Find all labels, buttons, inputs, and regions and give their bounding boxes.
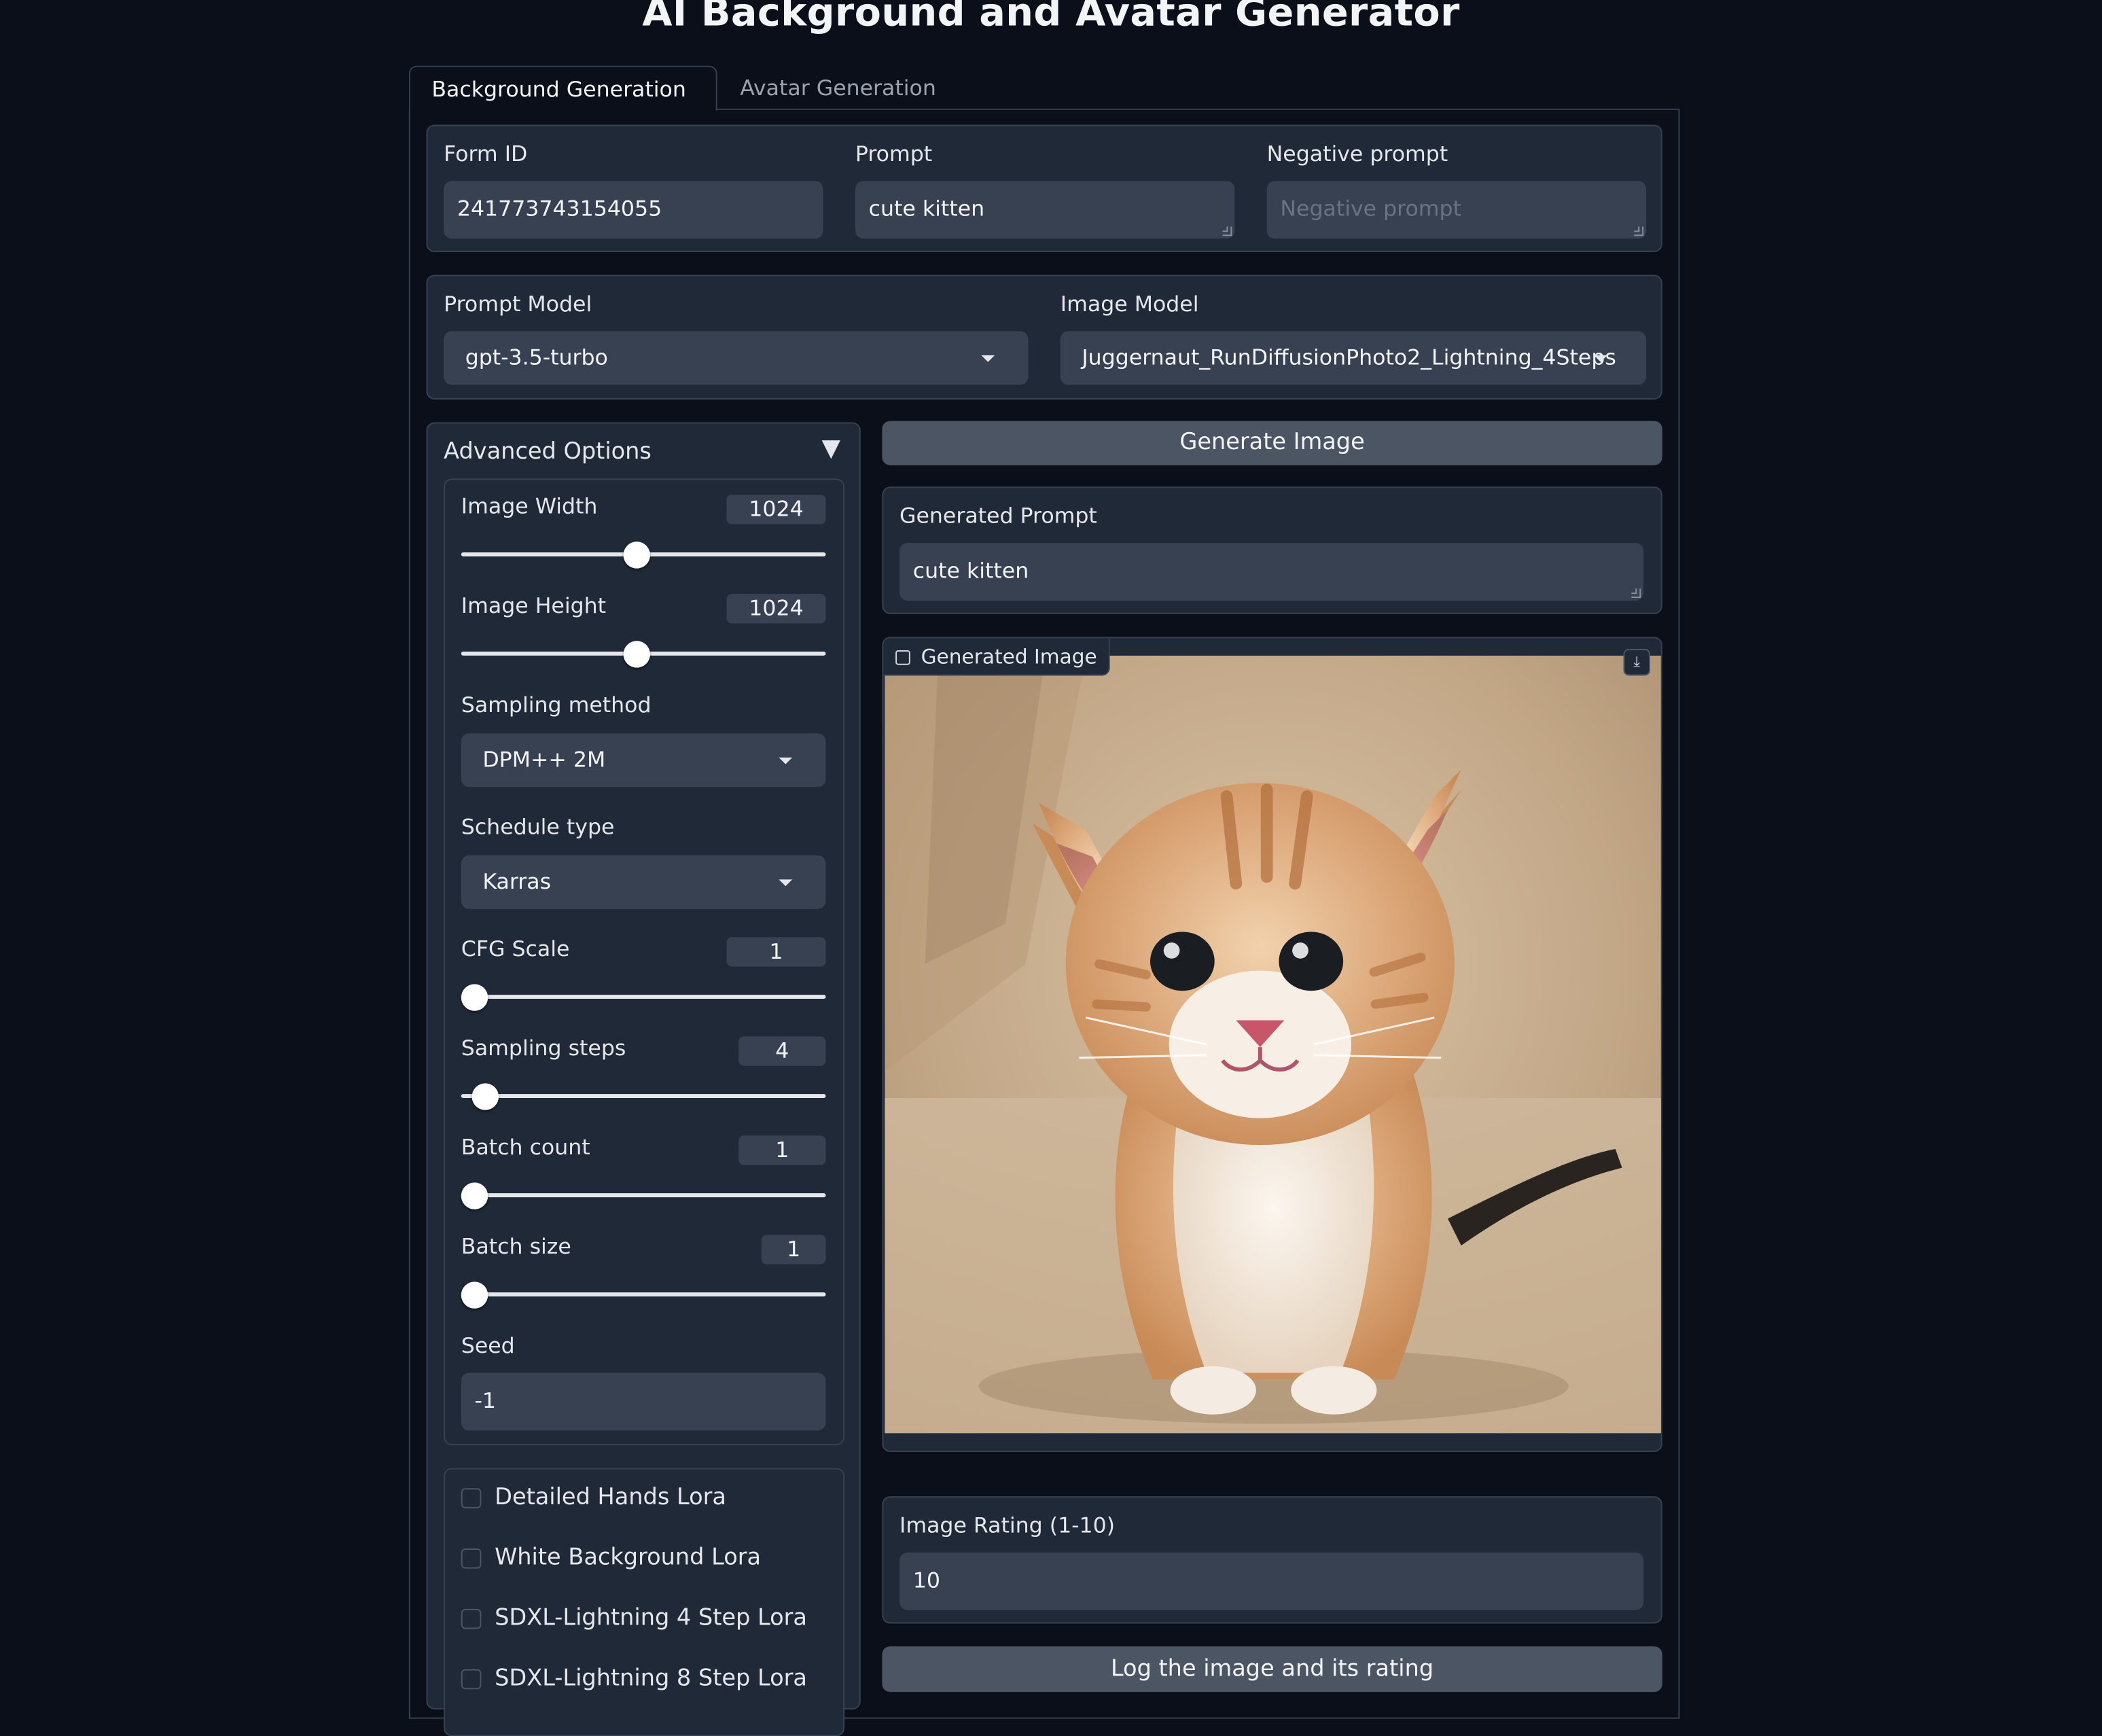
white-background-lora-checkbox[interactable] xyxy=(461,1548,482,1569)
batch-count-slider[interactable] xyxy=(461,1193,826,1198)
cfg-scale-label: CFG Scale xyxy=(461,936,570,961)
prompt-field[interactable]: cute kitten xyxy=(855,181,1235,239)
resize-handle-icon[interactable] xyxy=(1634,226,1644,236)
cfg-scale-slider[interactable] xyxy=(461,995,826,999)
batch-count-input[interactable]: 1 xyxy=(738,1135,826,1165)
sampling-method-value: DPM++ 2M xyxy=(482,747,606,773)
image-width-input[interactable]: 1024 xyxy=(726,495,826,525)
form-row: Form ID 241773743154055 Prompt cute kitt… xyxy=(426,124,1662,252)
image-model-dropdown[interactable]: Juggernaut_RunDiffusionPhoto2_Lightning_… xyxy=(1060,331,1647,385)
image-rating-block: Image Rating (1-10) 10 xyxy=(882,1496,1662,1624)
cfg-scale-input[interactable]: 1 xyxy=(726,937,826,967)
generated-image-label-text: Generated Image xyxy=(921,645,1097,669)
advanced-options-title[interactable]: Advanced Options xyxy=(444,438,652,465)
tab-background-generation[interactable]: Background Generation xyxy=(408,65,717,111)
log-image-rating-button[interactable]: Log the image and its rating xyxy=(882,1646,1662,1693)
lora-options: Detailed Hands Lora White Background Lor… xyxy=(444,1468,845,1736)
page-title: AI Background and Avatar Generator xyxy=(642,0,1460,35)
generated-image-block: Generated Image ⤓ xyxy=(882,637,1662,1452)
image-model-value: Juggernaut_RunDiffusionPhoto2_Lightning_… xyxy=(1082,344,1616,370)
prompt-model-label: Prompt Model xyxy=(444,291,592,317)
tab-avatar-generation[interactable]: Avatar Generation xyxy=(719,66,958,111)
generated-image-kitten xyxy=(885,655,1661,1434)
image-height-slider-handle[interactable] xyxy=(623,641,650,668)
negative-prompt-label: Negative prompt xyxy=(1266,141,1448,166)
form-id-label: Form ID xyxy=(444,141,528,166)
batch-size-input[interactable]: 1 xyxy=(761,1235,826,1264)
sdxl-lightning-4-step-lora-label[interactable]: SDXL-Lightning 4 Step Lora xyxy=(495,1605,807,1631)
prompt-label: Prompt xyxy=(855,141,933,166)
resize-handle-icon[interactable] xyxy=(1222,226,1232,236)
sampling-method-dropdown[interactable]: DPM++ 2M xyxy=(461,733,826,787)
prompt-value: cute kitten xyxy=(868,196,985,222)
image-height-label: Image Height xyxy=(461,592,607,618)
batch-size-label: Batch size xyxy=(461,1233,571,1259)
sampling-steps-label: Sampling steps xyxy=(461,1035,626,1061)
batch-count-slider-handle[interactable] xyxy=(461,1182,488,1209)
schedule-type-value: Karras xyxy=(482,868,552,895)
image-model-label: Image Model xyxy=(1060,291,1199,317)
image-icon xyxy=(895,650,910,665)
batch-size-slider[interactable] xyxy=(461,1292,826,1297)
sdxl-lightning-8-step-lora-checkbox[interactable] xyxy=(461,1669,482,1690)
generated-prompt-block: Generated Prompt cute kitten xyxy=(882,486,1662,614)
schedule-type-label: Schedule type xyxy=(461,813,615,840)
chevron-down-icon xyxy=(1594,355,1607,362)
models-row: Prompt Model gpt-3.5-turbo Image Model J… xyxy=(426,274,1662,400)
advanced-options-panel: Advanced Options ▼ Image Width 1024 Imag… xyxy=(426,422,861,1736)
seed-input[interactable]: -1 xyxy=(461,1372,826,1431)
collapse-toggle-icon[interactable]: ▼ xyxy=(822,434,840,462)
sampling-steps-input[interactable]: 4 xyxy=(738,1036,826,1066)
advanced-options-settings: Image Width 1024 Image Height 1024 Sampl… xyxy=(444,478,845,1446)
image-rating-input[interactable]: 10 xyxy=(899,1552,1644,1610)
negative-prompt-field[interactable]: Negative prompt xyxy=(1266,181,1647,239)
cfg-scale-slider-handle[interactable] xyxy=(461,984,488,1011)
image-rating-label: Image Rating (1-10) xyxy=(899,1512,1116,1538)
form-id-field[interactable]: 241773743154055 xyxy=(444,181,823,239)
sampling-steps-slider[interactable] xyxy=(461,1094,826,1099)
prompt-model-dropdown[interactable]: gpt-3.5-turbo xyxy=(444,331,1029,385)
page: AI Background and Avatar Generator Backg… xyxy=(0,0,2102,1736)
tab-bar: Background Generation Avatar Generation xyxy=(408,65,1680,111)
image-width-label: Image Width xyxy=(461,493,598,519)
image-width-slider-handle[interactable] xyxy=(623,542,650,569)
resize-handle-icon[interactable] xyxy=(1631,588,1641,599)
sdxl-lightning-8-step-lora-label[interactable]: SDXL-Lightning 8 Step Lora xyxy=(495,1665,807,1692)
generated-image-label: Generated Image xyxy=(883,638,1111,676)
prompt-model-value: gpt-3.5-turbo xyxy=(465,344,608,370)
download-icon[interactable]: ⤓ xyxy=(1623,649,1651,676)
sampling-steps-slider-handle[interactable] xyxy=(471,1083,499,1110)
batch-count-label: Batch count xyxy=(461,1134,590,1160)
sampling-method-label: Sampling method xyxy=(461,692,652,718)
detailed-hands-lora-checkbox[interactable] xyxy=(461,1488,482,1508)
white-background-lora-label[interactable]: White Background Lora xyxy=(495,1544,761,1571)
chevron-down-icon xyxy=(779,879,793,887)
schedule-type-dropdown[interactable]: Karras xyxy=(461,855,826,909)
seed-label: Seed xyxy=(461,1332,515,1358)
generated-prompt-field[interactable]: cute kitten xyxy=(899,543,1644,601)
image-height-input[interactable]: 1024 xyxy=(726,594,826,624)
generate-image-button[interactable]: Generate Image xyxy=(882,421,1662,465)
sdxl-lightning-4-step-lora-checkbox[interactable] xyxy=(461,1608,482,1629)
batch-size-slider-handle[interactable] xyxy=(461,1281,488,1309)
negative-prompt-placeholder: Negative prompt xyxy=(1280,196,1461,222)
generated-prompt-label: Generated Prompt xyxy=(899,502,1097,529)
chevron-down-icon xyxy=(981,355,995,362)
generated-prompt-value: cute kitten xyxy=(912,557,1029,584)
chevron-down-icon xyxy=(779,757,793,764)
detailed-hands-lora-label[interactable]: Detailed Hands Lora xyxy=(495,1484,726,1510)
